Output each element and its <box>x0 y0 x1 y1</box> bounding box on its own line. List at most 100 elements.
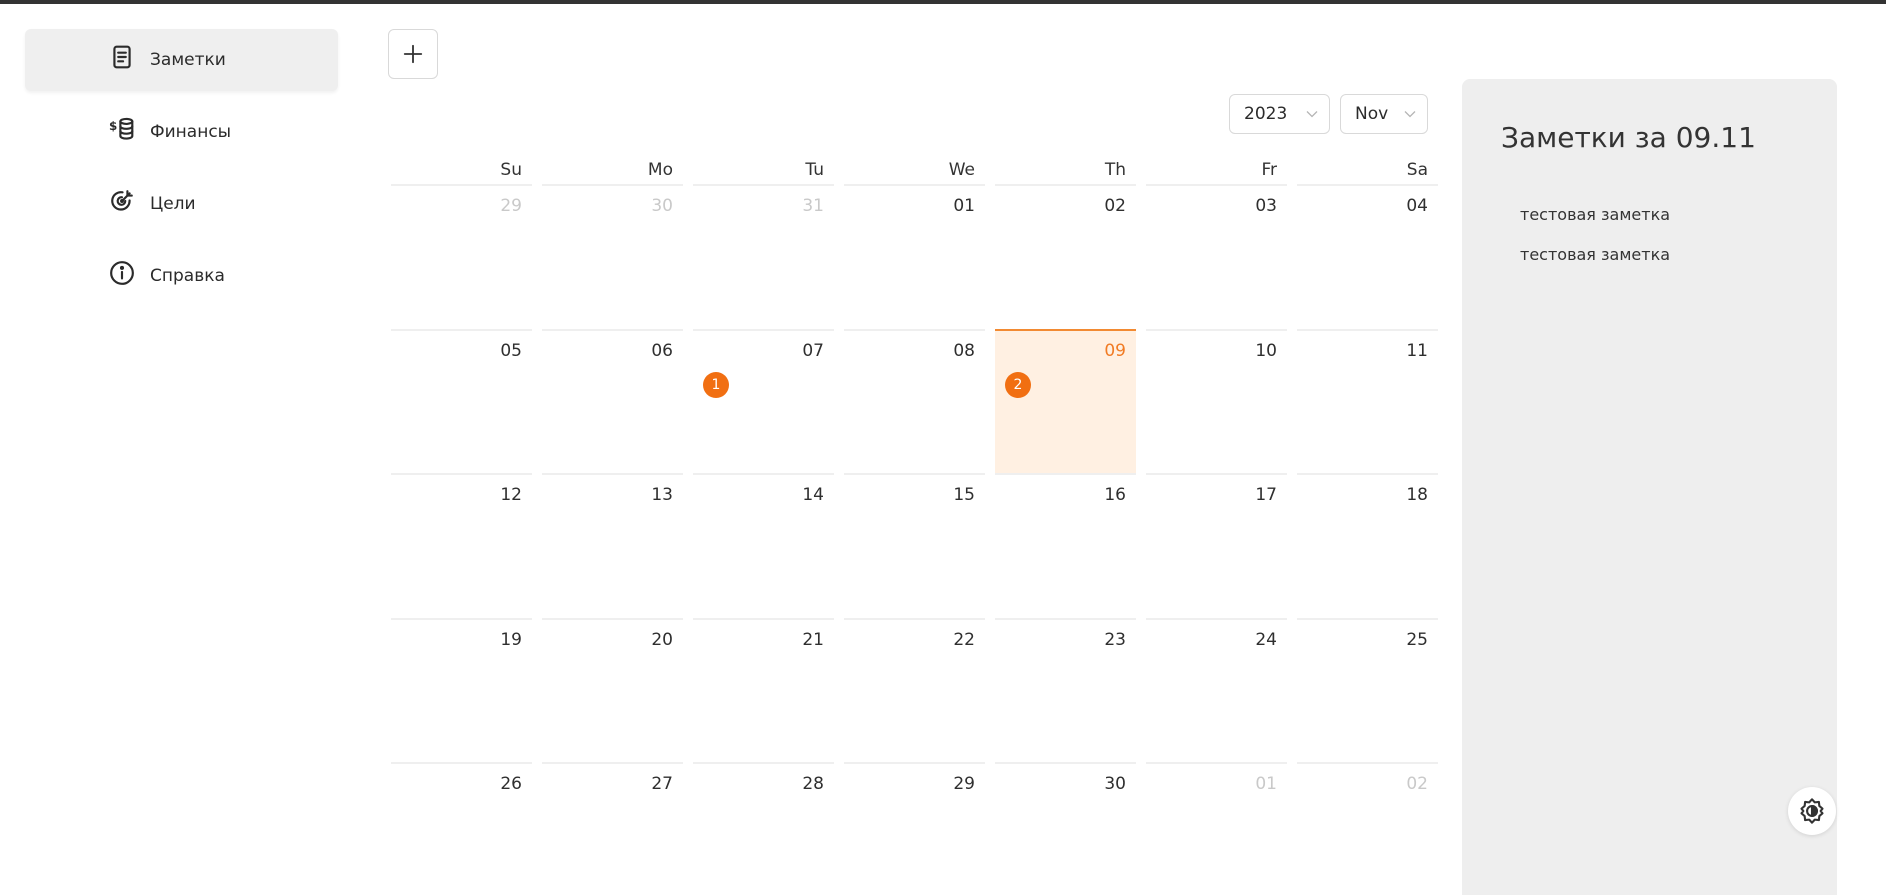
day-number: 11 <box>1406 340 1428 361</box>
chevron-down-icon <box>1404 111 1416 118</box>
day-number: 29 <box>953 774 975 794</box>
info-icon <box>108 259 136 287</box>
day-number: 13 <box>651 485 673 505</box>
calendar-day-cell[interactable]: 18 <box>1297 473 1438 618</box>
note-list-item[interactable]: тестовая заметка <box>1520 245 1670 264</box>
day-number: 21 <box>802 629 824 650</box>
calendar-day-cell[interactable]: 29 <box>391 184 532 329</box>
day-number: 22 <box>953 629 975 650</box>
day-number: 04 <box>1406 196 1428 216</box>
calendar: Su Mo Tu We Th Fr Sa 29 30 31 01 02 03 0… <box>391 154 1439 895</box>
month-select-value: Nov <box>1355 104 1389 124</box>
calendar-day-cell[interactable]: 30 <box>542 184 683 329</box>
calendar-grid: 29 30 31 01 02 03 04 05 06 1 07 08 2 09 … <box>391 184 1439 895</box>
day-number: 01 <box>1255 774 1277 794</box>
sidebar-item-finance[interactable]: $ Финансы <box>25 101 338 163</box>
day-number: 20 <box>651 629 673 650</box>
calendar-day-cell[interactable]: 13 <box>542 473 683 618</box>
day-number: 31 <box>802 196 824 216</box>
note-count-badge: 1 <box>703 371 729 398</box>
weekday-label: Th <box>1104 160 1126 180</box>
calendar-day-cell[interactable]: 12 <box>391 473 532 618</box>
day-number: 28 <box>802 774 824 794</box>
calendar-day-cell[interactable]: 14 <box>693 473 834 618</box>
day-number: 08 <box>953 340 975 361</box>
add-note-button[interactable] <box>388 29 438 79</box>
calendar-day-cell[interactable]: 1 07 <box>693 328 834 474</box>
calendar-day-cell[interactable]: 10 <box>1146 328 1287 474</box>
day-number: 06 <box>651 340 673 361</box>
calendar-day-cell[interactable]: 05 <box>391 328 532 474</box>
calendar-day-cell[interactable]: 26 <box>391 762 532 895</box>
calendar-day-cell[interactable]: 29 <box>844 762 985 895</box>
sidebar-item-label: Финансы <box>150 122 232 142</box>
weekday-label: Sa <box>1406 160 1428 180</box>
month-select[interactable]: Nov <box>1340 94 1428 134</box>
calendar-weekday-header: Su Mo Tu We Th Fr Sa <box>391 154 1439 184</box>
calendar-day-cell[interactable]: 17 <box>1146 473 1287 618</box>
day-number: 02 <box>1406 774 1428 794</box>
calendar-day-cell[interactable]: 19 <box>391 617 532 763</box>
weekday-label: Mo <box>647 160 673 180</box>
calendar-day-cell-selected[interactable]: 2 09 <box>995 328 1136 473</box>
sidebar-item-goals[interactable]: Цели <box>25 173 338 235</box>
year-select-value: 2023 <box>1244 104 1288 124</box>
day-number: 15 <box>953 485 975 505</box>
day-number: 12 <box>500 485 522 505</box>
calendar-day-cell[interactable]: 01 <box>844 184 985 329</box>
calendar-day-cell[interactable]: 06 <box>542 328 683 474</box>
day-number: 27 <box>651 774 673 794</box>
day-number: 09 <box>1104 340 1126 361</box>
notes-icon <box>108 43 136 71</box>
weekday-label: Fr <box>1261 160 1277 180</box>
top-bar <box>0 0 1886 4</box>
sidebar-item-label: Заметки <box>150 50 226 70</box>
calendar-day-cell[interactable]: 15 <box>844 473 985 618</box>
weekday-label: Su <box>500 160 522 180</box>
calendar-day-cell[interactable]: 04 <box>1297 184 1438 329</box>
calendar-day-cell[interactable]: 24 <box>1146 617 1287 763</box>
day-number: 03 <box>1255 196 1277 216</box>
calendar-day-cell[interactable]: 02 <box>995 184 1136 329</box>
day-number: 18 <box>1406 485 1428 505</box>
theme-settings-icon <box>1800 798 1824 824</box>
calendar-day-cell[interactable]: 16 <box>995 473 1136 618</box>
sidebar-item-help[interactable]: Справка <box>25 245 338 307</box>
note-list-item[interactable]: тестовая заметка <box>1520 205 1670 224</box>
calendar-day-cell[interactable]: 01 <box>1146 762 1287 895</box>
calendar-day-cell[interactable]: 28 <box>693 762 834 895</box>
sidebar-item-notes[interactable]: Заметки <box>25 29 338 91</box>
day-number: 30 <box>651 196 673 216</box>
calendar-day-cell[interactable]: 23 <box>995 617 1136 763</box>
day-number: 30 <box>1104 774 1126 794</box>
day-number: 10 <box>1255 340 1277 361</box>
theme-settings-button[interactable] <box>1788 787 1836 835</box>
year-select[interactable]: 2023 <box>1229 94 1330 134</box>
day-number: 23 <box>1104 629 1126 650</box>
day-number: 05 <box>500 340 522 361</box>
day-number: 29 <box>500 196 522 216</box>
target-icon <box>108 187 136 215</box>
calendar-day-cell[interactable]: 27 <box>542 762 683 895</box>
note-count-badge: 2 <box>1005 371 1031 398</box>
day-number: 02 <box>1104 196 1126 216</box>
sidebar-item-label: Справка <box>150 266 225 286</box>
calendar-day-cell[interactable]: 30 <box>995 762 1136 895</box>
calendar-day-cell[interactable]: 03 <box>1146 184 1287 329</box>
calendar-day-cell[interactable]: 08 <box>844 328 985 474</box>
plus-icon <box>403 44 423 64</box>
chevron-down-icon <box>1306 111 1318 118</box>
calendar-day-cell[interactable]: 02 <box>1297 762 1438 895</box>
day-number: 24 <box>1255 629 1277 650</box>
calendar-day-cell[interactable]: 11 <box>1297 328 1438 474</box>
calendar-day-cell[interactable]: 31 <box>693 184 834 329</box>
calendar-day-cell[interactable]: 20 <box>542 617 683 763</box>
day-number: 25 <box>1406 629 1428 650</box>
calendar-day-cell[interactable]: 22 <box>844 617 985 763</box>
calendar-day-cell[interactable]: 25 <box>1297 617 1438 763</box>
coins-icon: $ <box>108 115 136 143</box>
day-number: 14 <box>802 485 824 505</box>
weekday-label: Tu <box>805 160 824 180</box>
day-number: 19 <box>500 629 522 650</box>
calendar-day-cell[interactable]: 21 <box>693 617 834 763</box>
